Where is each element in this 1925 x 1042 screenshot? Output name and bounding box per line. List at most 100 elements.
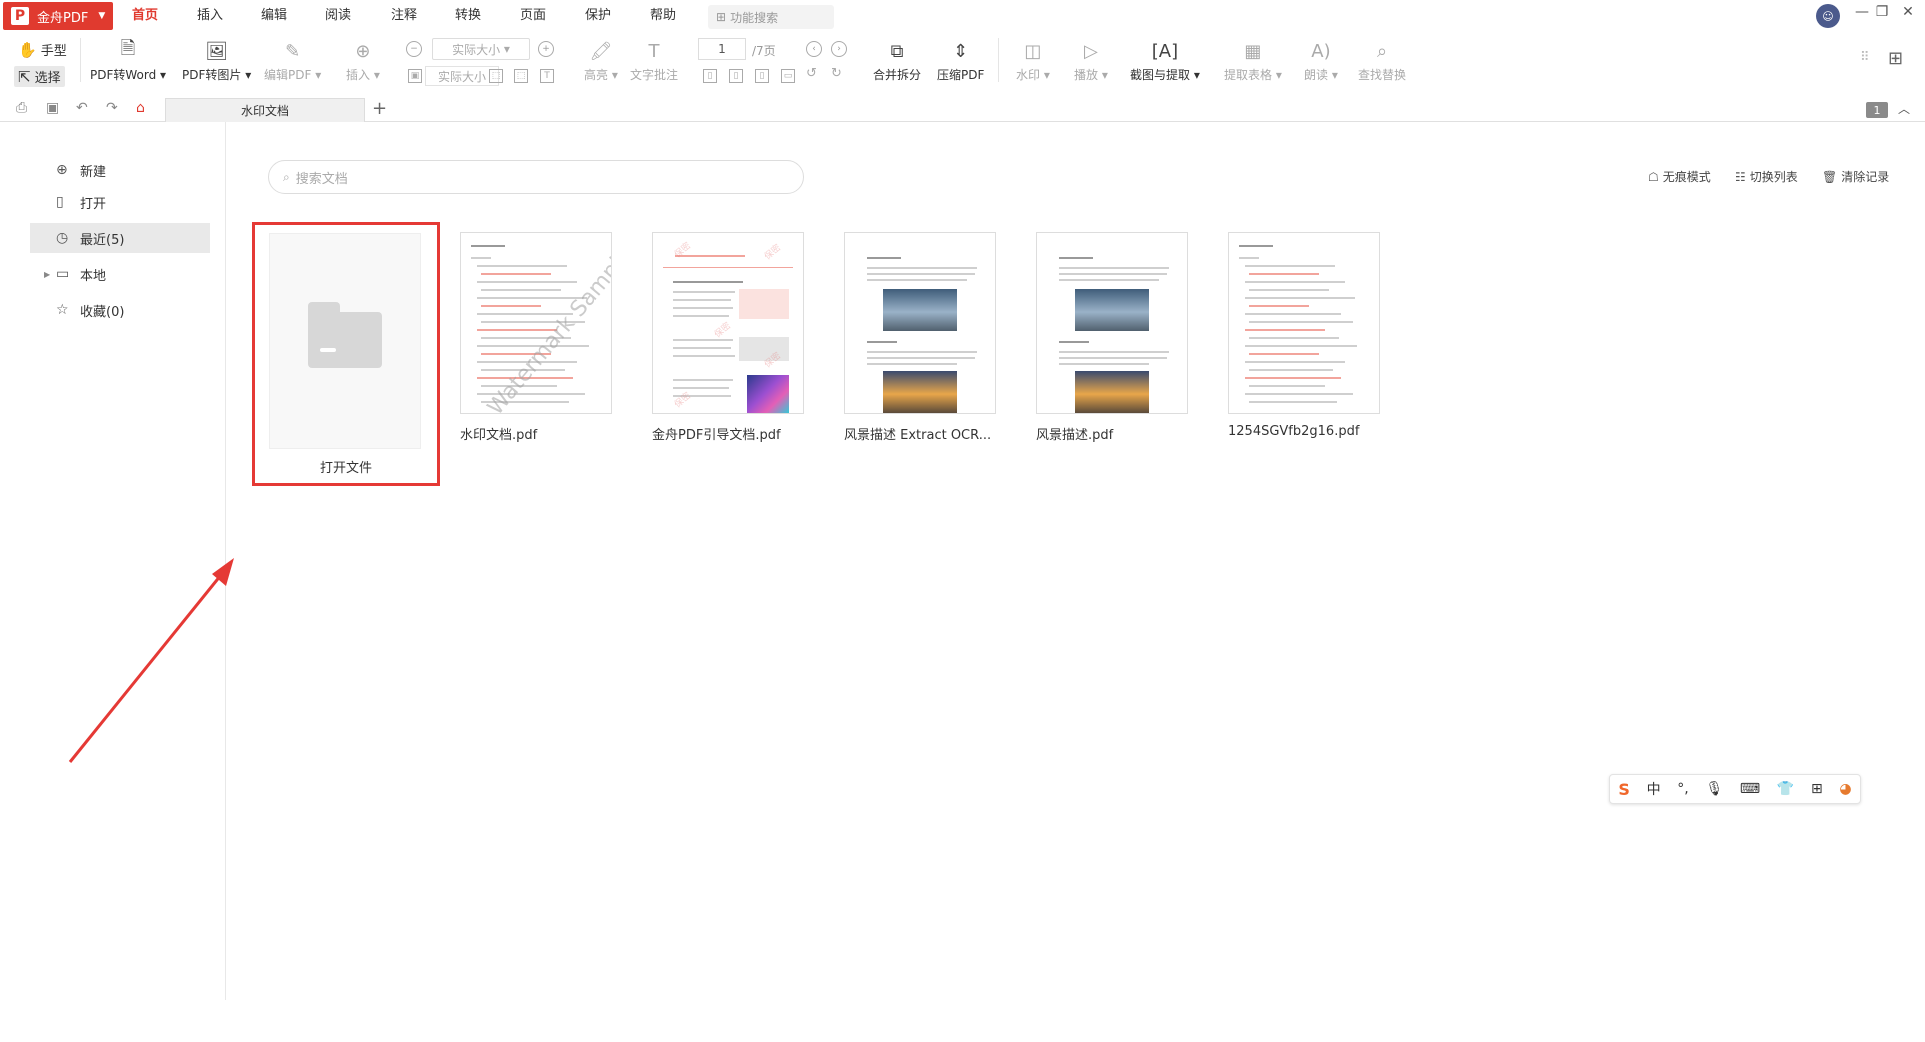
ime-language[interactable]: 中 (1647, 779, 1661, 799)
text-fit-icon[interactable]: T (540, 69, 554, 83)
scroll-view-icon[interactable]: ▭ (781, 69, 795, 83)
sidebar-item-favorites[interactable]: ☆ 收藏(0) (30, 295, 210, 325)
folder-icon (308, 302, 382, 368)
file-card[interactable]: 风景描述.pdf (1036, 232, 1188, 443)
home-icon[interactable]: ⌂ (136, 100, 145, 116)
tab-edit[interactable]: 编辑 (254, 0, 294, 32)
actual-size-label: 实际大小 (437, 69, 486, 84)
punctuation-icon[interactable]: °, (1677, 781, 1688, 797)
fit-height-icon[interactable]: ⬚ (514, 69, 528, 83)
insert-button[interactable]: ⊕ 插入 ▾ (346, 38, 380, 83)
watermark-button[interactable]: ◫ 水印 ▾ (1016, 38, 1050, 83)
redo-icon[interactable]: ↷ (106, 100, 118, 116)
file-thumbnail (844, 232, 996, 414)
pdf-to-word-button[interactable]: 🗎 PDF转Word ▾ (90, 38, 166, 83)
sidebar-item-open[interactable]: ▯ 打开 (30, 187, 210, 217)
single-page-icon[interactable]: ▯ (703, 69, 717, 83)
file-card[interactable]: 1254SGVfb2g16.pdf (1228, 232, 1380, 439)
print-icon[interactable]: ⎙ (16, 100, 27, 116)
tab-watermark-doc[interactable]: 水印文档 (165, 98, 365, 122)
read-aloud-label: 朗读 ▾ (1304, 68, 1338, 82)
skin-icon[interactable]: 👕 (1777, 781, 1794, 797)
zoom-select[interactable]: 实际大小 ▾ (432, 38, 530, 60)
edit-pdf-button[interactable]: ✎ 编辑PDF ▾ (264, 38, 321, 83)
chevron-down-icon: ▼ (98, 11, 106, 21)
microphone-icon[interactable]: 🎙 (1705, 781, 1723, 797)
tab-annotate[interactable]: 注释 (384, 0, 424, 32)
keyboard-icon[interactable]: ⌨ (1740, 781, 1760, 797)
home-panel: ⊕ 新建 ▯ 打开 ◷ 最近(5) ▶ ▭ 本地 ☆ 收藏(0) ⌕ 搜索文档 … (0, 122, 1925, 1042)
rotate-right-icon[interactable]: ↻ (831, 66, 842, 81)
sidebar-item-recent[interactable]: ◷ 最近(5) (30, 223, 210, 253)
thumbnail-image (747, 375, 789, 413)
fit-page-icon[interactable]: ▣ (408, 69, 422, 83)
prev-page-icon[interactable]: ‹ (806, 41, 822, 57)
play-button[interactable]: ▷ 播放 ▾ (1074, 38, 1108, 83)
zoom-in-icon[interactable]: + (538, 41, 554, 57)
switch-list-button[interactable]: ☷ 切换列表 (1735, 168, 1798, 185)
file-card[interactable]: Watermark Sample 水印文档.pdf (460, 232, 612, 443)
highlighter-icon: 🖍 (589, 40, 613, 62)
text-note-button[interactable]: T 文字批注 (630, 38, 678, 83)
toolbar-divider (998, 38, 999, 82)
doc-tab-label: 水印文档 (240, 104, 289, 118)
next-page-icon[interactable]: › (831, 41, 847, 57)
ime-toolbar[interactable]: S 中 °, 🎙 ⌨ 👕 ⊞ ◕ (1609, 774, 1861, 804)
page-number-input[interactable]: 1 (698, 38, 746, 60)
read-aloud-button[interactable]: A) 朗读 ▾ (1304, 38, 1338, 83)
tab-protect[interactable]: 保护 (578, 0, 618, 32)
screenshot-extract-button[interactable]: [A] 截图与提取 ▾ (1130, 38, 1200, 83)
merge-split-label: 合并拆分 (873, 68, 922, 82)
ime-logo-icon: S (1618, 779, 1630, 799)
rotate-left-icon[interactable]: ↺ (806, 66, 817, 81)
find-replace-button[interactable]: ⌕ 查找替换 (1358, 38, 1406, 83)
tab-page[interactable]: 页面 (513, 0, 553, 32)
user-avatar[interactable]: ☺ (1816, 4, 1840, 28)
file-card[interactable]: 风景描述 Extract OCR... (844, 232, 996, 443)
red-arrow-annotation (68, 558, 234, 763)
fit-width-icon[interactable]: ⬚ (489, 69, 503, 83)
clear-records-label: 清除记录 (1841, 170, 1890, 184)
sidebar-item-new[interactable]: ⊕ 新建 (30, 155, 210, 185)
double-page-icon[interactable]: ▯ (729, 69, 743, 83)
compress-pdf-button[interactable]: ⇕ 压缩PDF (937, 38, 984, 83)
function-search-input[interactable]: ⊞ 功能搜索 (708, 5, 834, 29)
open-file-card[interactable]: 打开文件 (252, 222, 440, 486)
file-card[interactable]: 保密 保密 保密 保密 保密 金舟PDF引导文档.pdf (652, 232, 804, 443)
tab-read[interactable]: 阅读 (318, 0, 358, 32)
book-view-icon[interactable]: ▯ (755, 69, 769, 83)
no-trace-mode-button[interactable]: ☖ 无痕模式 (1648, 168, 1711, 185)
apps-grid-icon[interactable]: ⊞ (1811, 781, 1823, 797)
actual-size-button[interactable]: 实际大小 (425, 66, 499, 86)
layout-toggle-icon[interactable]: ⊞ (1888, 48, 1903, 69)
extract-table-button[interactable]: ▦ 提取表格 ▾ (1224, 38, 1282, 83)
close-icon[interactable]: ✕ (1896, 4, 1920, 20)
tab-home[interactable]: 首页 (125, 0, 165, 32)
highlight-button[interactable]: 🖍 高亮 ▾ (584, 38, 618, 83)
edit-icon: ✎ (285, 40, 301, 62)
merge-split-button[interactable]: ⧉ 合并拆分 (873, 38, 921, 83)
add-tab-button[interactable]: + (372, 98, 387, 119)
search-docs-input[interactable]: ⌕ 搜索文档 (268, 160, 804, 194)
chevron-up-icon[interactable]: ︿ (1898, 100, 1910, 117)
restore-icon[interactable]: ❐ (1870, 4, 1894, 20)
save-icon[interactable]: ▣ (46, 100, 59, 116)
pdf-to-image-button[interactable]: 🖼 PDF转图片 ▾ (182, 38, 251, 83)
screenshot-icon: [A] (1151, 40, 1179, 62)
mascot-icon[interactable]: ◕ (1839, 781, 1851, 797)
hand-tool[interactable]: ✋ 手型 (18, 40, 67, 60)
clear-records-button[interactable]: 🗑 清除记录 (1822, 168, 1889, 185)
undo-icon[interactable]: ↶ (76, 100, 88, 116)
drag-handle-icon[interactable]: ⠿ (1860, 50, 1870, 65)
file-icon: ▯ (56, 194, 64, 210)
sidebar-item-local[interactable]: ▶ ▭ 本地 (30, 259, 210, 289)
app-menu-button[interactable]: P 金舟PDF ▼ (3, 2, 113, 30)
zoom-out-icon[interactable]: − (406, 41, 422, 57)
tab-convert[interactable]: 转换 (448, 0, 488, 32)
search-icon: ⌕ (283, 169, 290, 184)
tab-insert[interactable]: 插入 (190, 0, 230, 32)
select-tool[interactable]: ⇱ 选择 (14, 66, 65, 87)
app-logo-icon: P (11, 7, 29, 25)
sidebar-label: 收藏(0) (80, 304, 125, 320)
tab-help[interactable]: 帮助 (643, 0, 683, 32)
